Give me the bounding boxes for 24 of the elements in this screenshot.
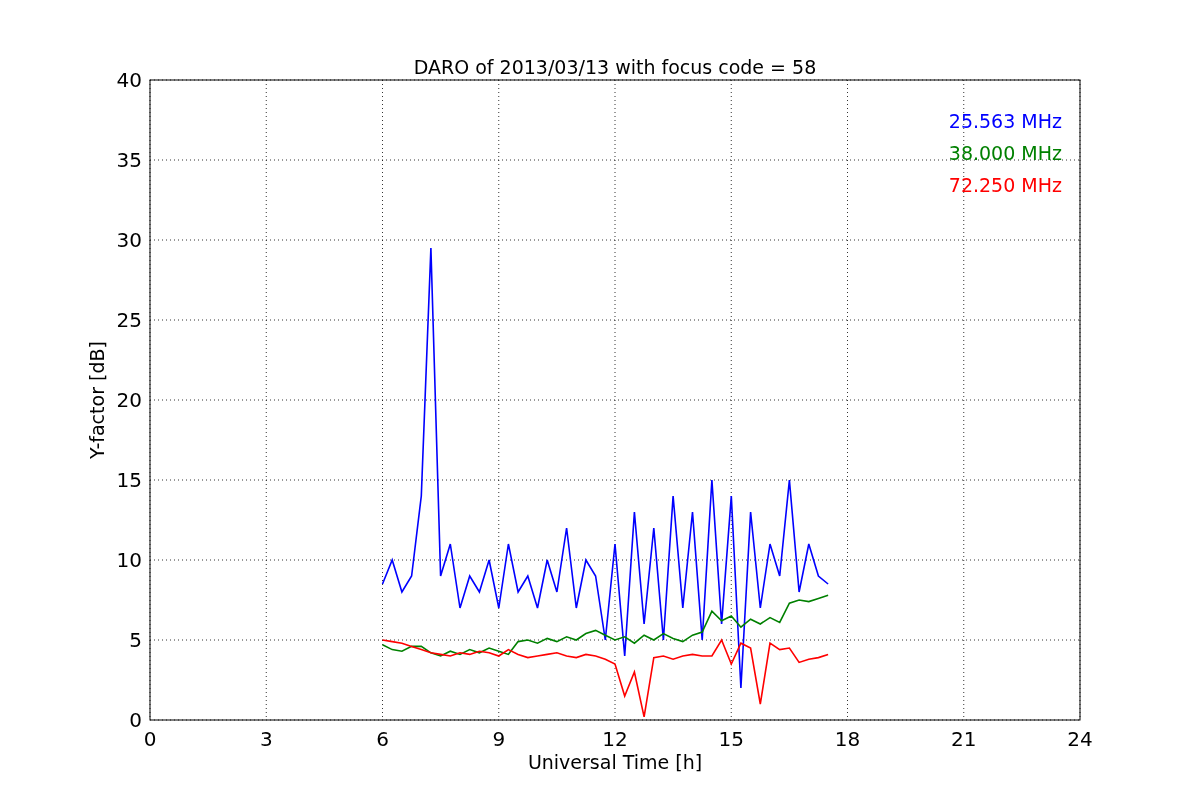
tick-label: 0 [129,708,142,732]
tick-label: 3 [259,727,273,751]
tick-label: 21 [951,727,977,751]
tick-label: 30 [116,228,142,252]
axis-title: Y-factor [dB] [86,341,108,459]
chart-title: DARO of 2013/03/13 with focus code = 58 [413,56,817,78]
tick-label: 20 [116,388,142,412]
tick-label: 25 [116,308,142,332]
tick-label: 12 [602,727,628,751]
tick-label: 9 [492,727,506,751]
tick-label: 0 [143,727,157,751]
legend-label: 25.563 MHz [948,110,1062,132]
tick-label: 15 [718,727,744,751]
tick-label: 10 [116,548,142,572]
legend-label: 38.000 MHz [948,142,1062,164]
tick-label: 35 [116,148,142,172]
legend-label: 72.250 MHz [948,174,1062,196]
tick-label: 15 [116,468,142,492]
tick-label: 18 [834,727,861,751]
tick-label: 24 [1067,727,1093,751]
axis-title: Universal Time [h] [527,751,703,773]
tick-label: 6 [376,727,389,751]
tick-label: 5 [129,628,142,652]
tick-label: 40 [116,68,142,92]
